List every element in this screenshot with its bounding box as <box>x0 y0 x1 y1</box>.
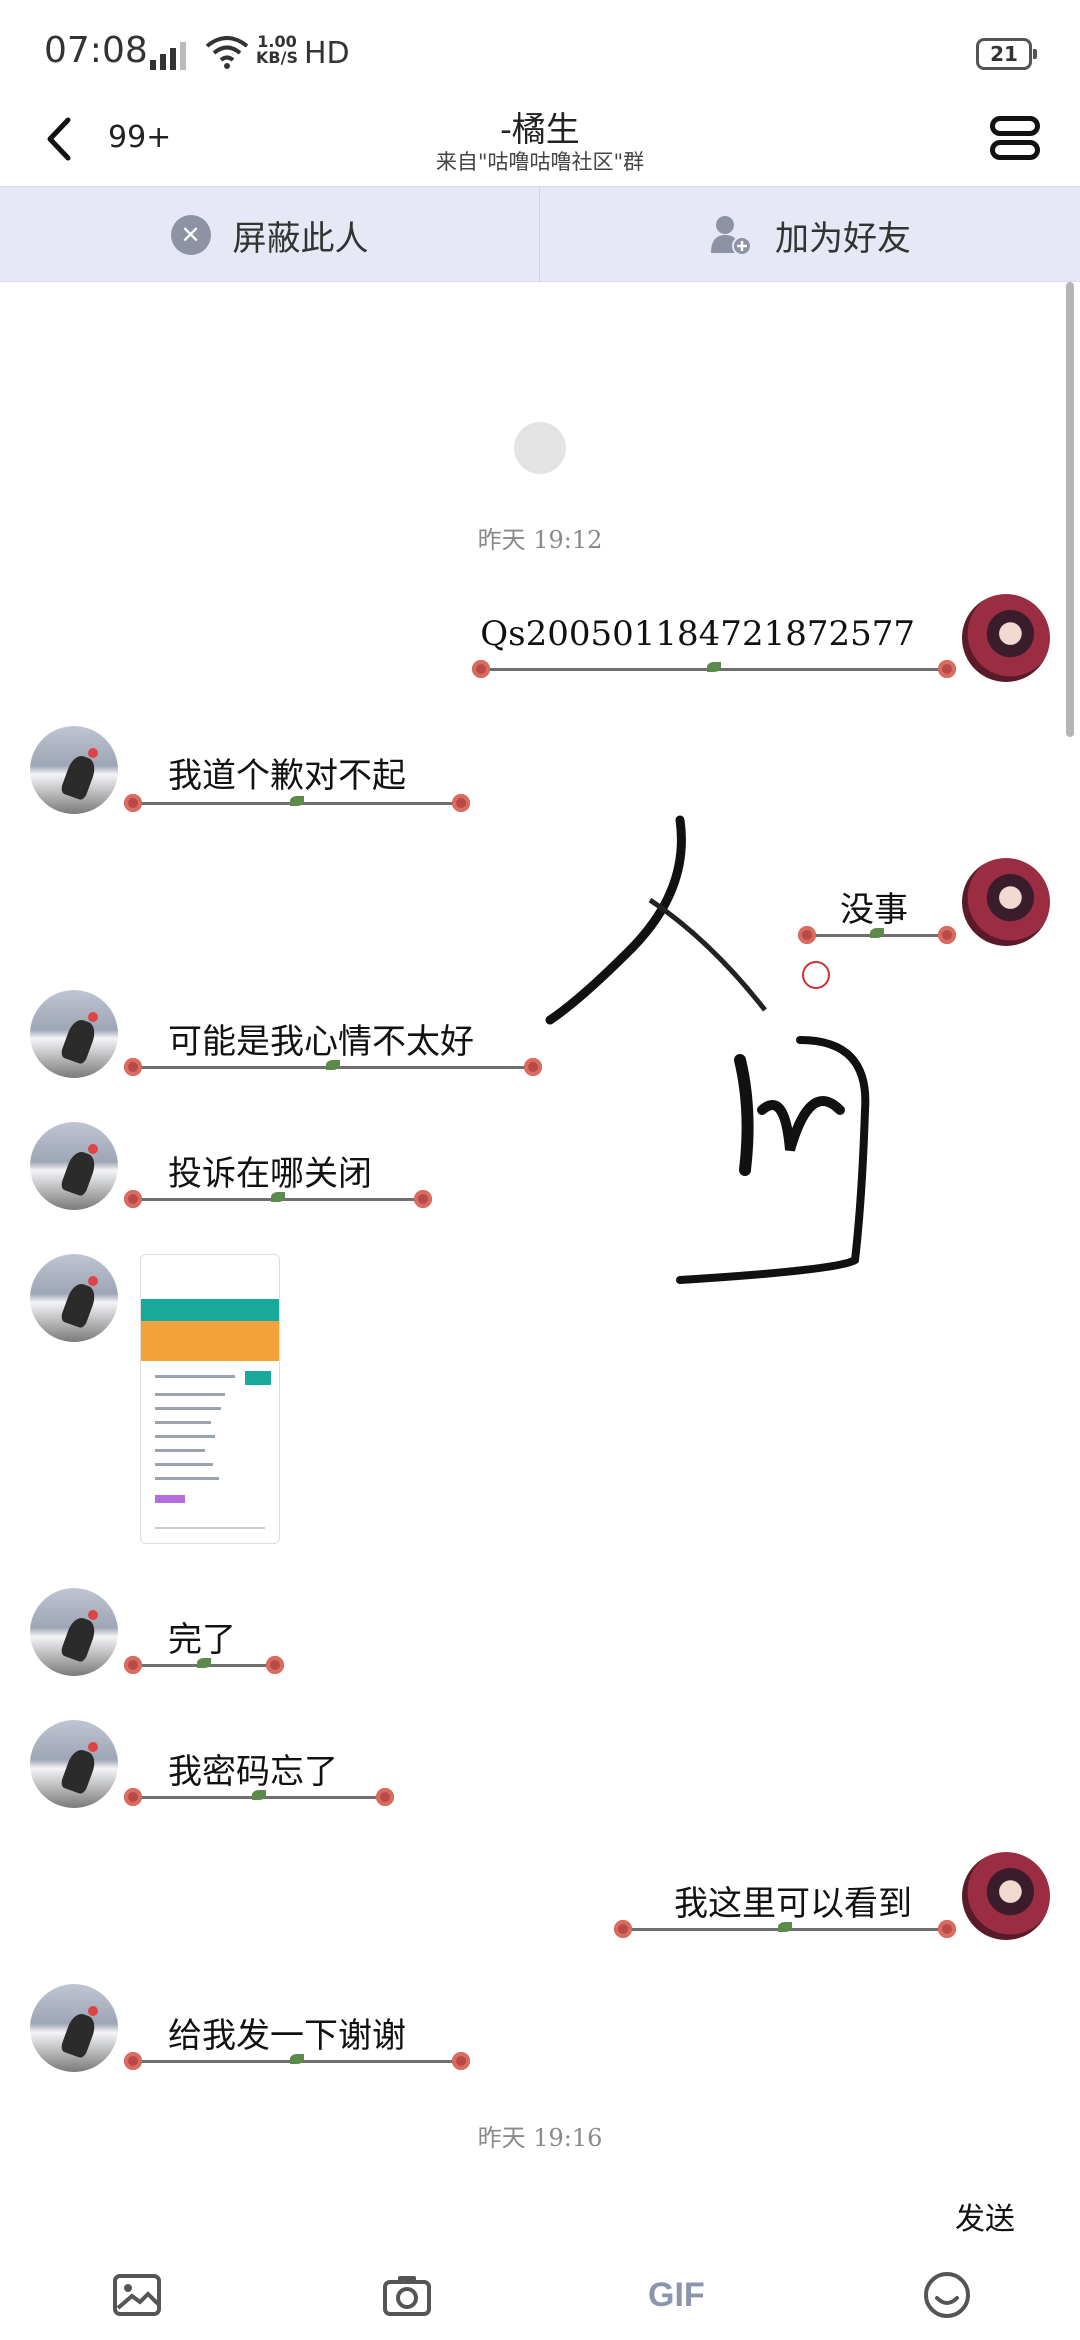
bubble-vine-decoration <box>124 1784 394 1810</box>
action-bar: ✕ 屏蔽此人 加为好友 <box>0 186 1080 283</box>
sender-avatar[interactable] <box>30 1588 118 1676</box>
bubble-vine-decoration <box>124 1054 542 1080</box>
add-friend-button[interactable]: 加为好友 <box>540 187 1080 283</box>
self-avatar[interactable] <box>962 858 1050 946</box>
sender-avatar[interactable] <box>30 1122 118 1210</box>
status-bar: 07:08 1.00 KB/S HD 21 <box>0 0 1080 100</box>
speed-unit: KB/S <box>256 48 298 67</box>
menu-icon[interactable] <box>990 114 1046 164</box>
bubble-vine-decoration <box>124 790 470 816</box>
camera-icon[interactable] <box>380 2268 434 2322</box>
hd-indicator: HD <box>304 36 350 71</box>
message-text: Qs20050118472187257​7 <box>480 614 915 654</box>
bubble-vine-decoration <box>614 1916 956 1942</box>
signal-icon <box>150 42 186 70</box>
status-time: 07:08 <box>44 30 148 71</box>
input-toolbar: GIF <box>0 2250 1080 2340</box>
block-icon: ✕ <box>170 215 211 255</box>
bubble-vine-decoration <box>124 1652 284 1678</box>
sender-avatar[interactable] <box>30 1984 118 2072</box>
timestamp: 昨天 19:12 <box>477 526 603 554</box>
chat-title: -橘生 <box>500 110 580 150</box>
sender-avatar[interactable] <box>30 726 118 814</box>
image-icon[interactable] <box>110 2268 164 2322</box>
bubble-vine-decoration <box>798 922 956 948</box>
add-friend-icon <box>711 216 752 256</box>
scrollbar[interactable] <box>1066 282 1074 737</box>
block-user-label: 屏蔽此人 <box>232 218 369 259</box>
self-avatar[interactable] <box>962 1852 1050 1940</box>
self-avatar[interactable] <box>962 594 1050 682</box>
send-button[interactable]: 发送 <box>955 2194 1015 2238</box>
block-user-button[interactable]: ✕ 屏蔽此人 <box>0 187 540 283</box>
battery-icon: 21 <box>976 38 1037 70</box>
loading-spinner-icon <box>514 422 566 474</box>
image-message[interactable] <box>140 1254 280 1544</box>
bubble-vine-decoration <box>124 1186 432 1212</box>
emoji-icon[interactable] <box>920 2268 974 2322</box>
add-friend-label: 加为好友 <box>775 218 911 259</box>
bubble-vine-decoration <box>124 2048 470 2074</box>
timestamp: 昨天 19:16 <box>477 2124 603 2152</box>
chat-header: 99+ -橘生 来自"咕噜咕噜社区"群 <box>0 100 1080 188</box>
sender-avatar[interactable] <box>30 1720 118 1808</box>
sender-avatar[interactable] <box>30 990 118 1078</box>
bubble-vine-decoration <box>472 656 956 682</box>
sender-avatar[interactable] <box>30 1254 118 1342</box>
wifi-icon <box>205 36 249 69</box>
chat-subtitle: 来自"咕噜咕噜社区"群 <box>435 150 645 174</box>
gif-icon[interactable]: GIF <box>648 2268 705 2322</box>
network-speed: 1.00 KB/S <box>256 34 298 66</box>
